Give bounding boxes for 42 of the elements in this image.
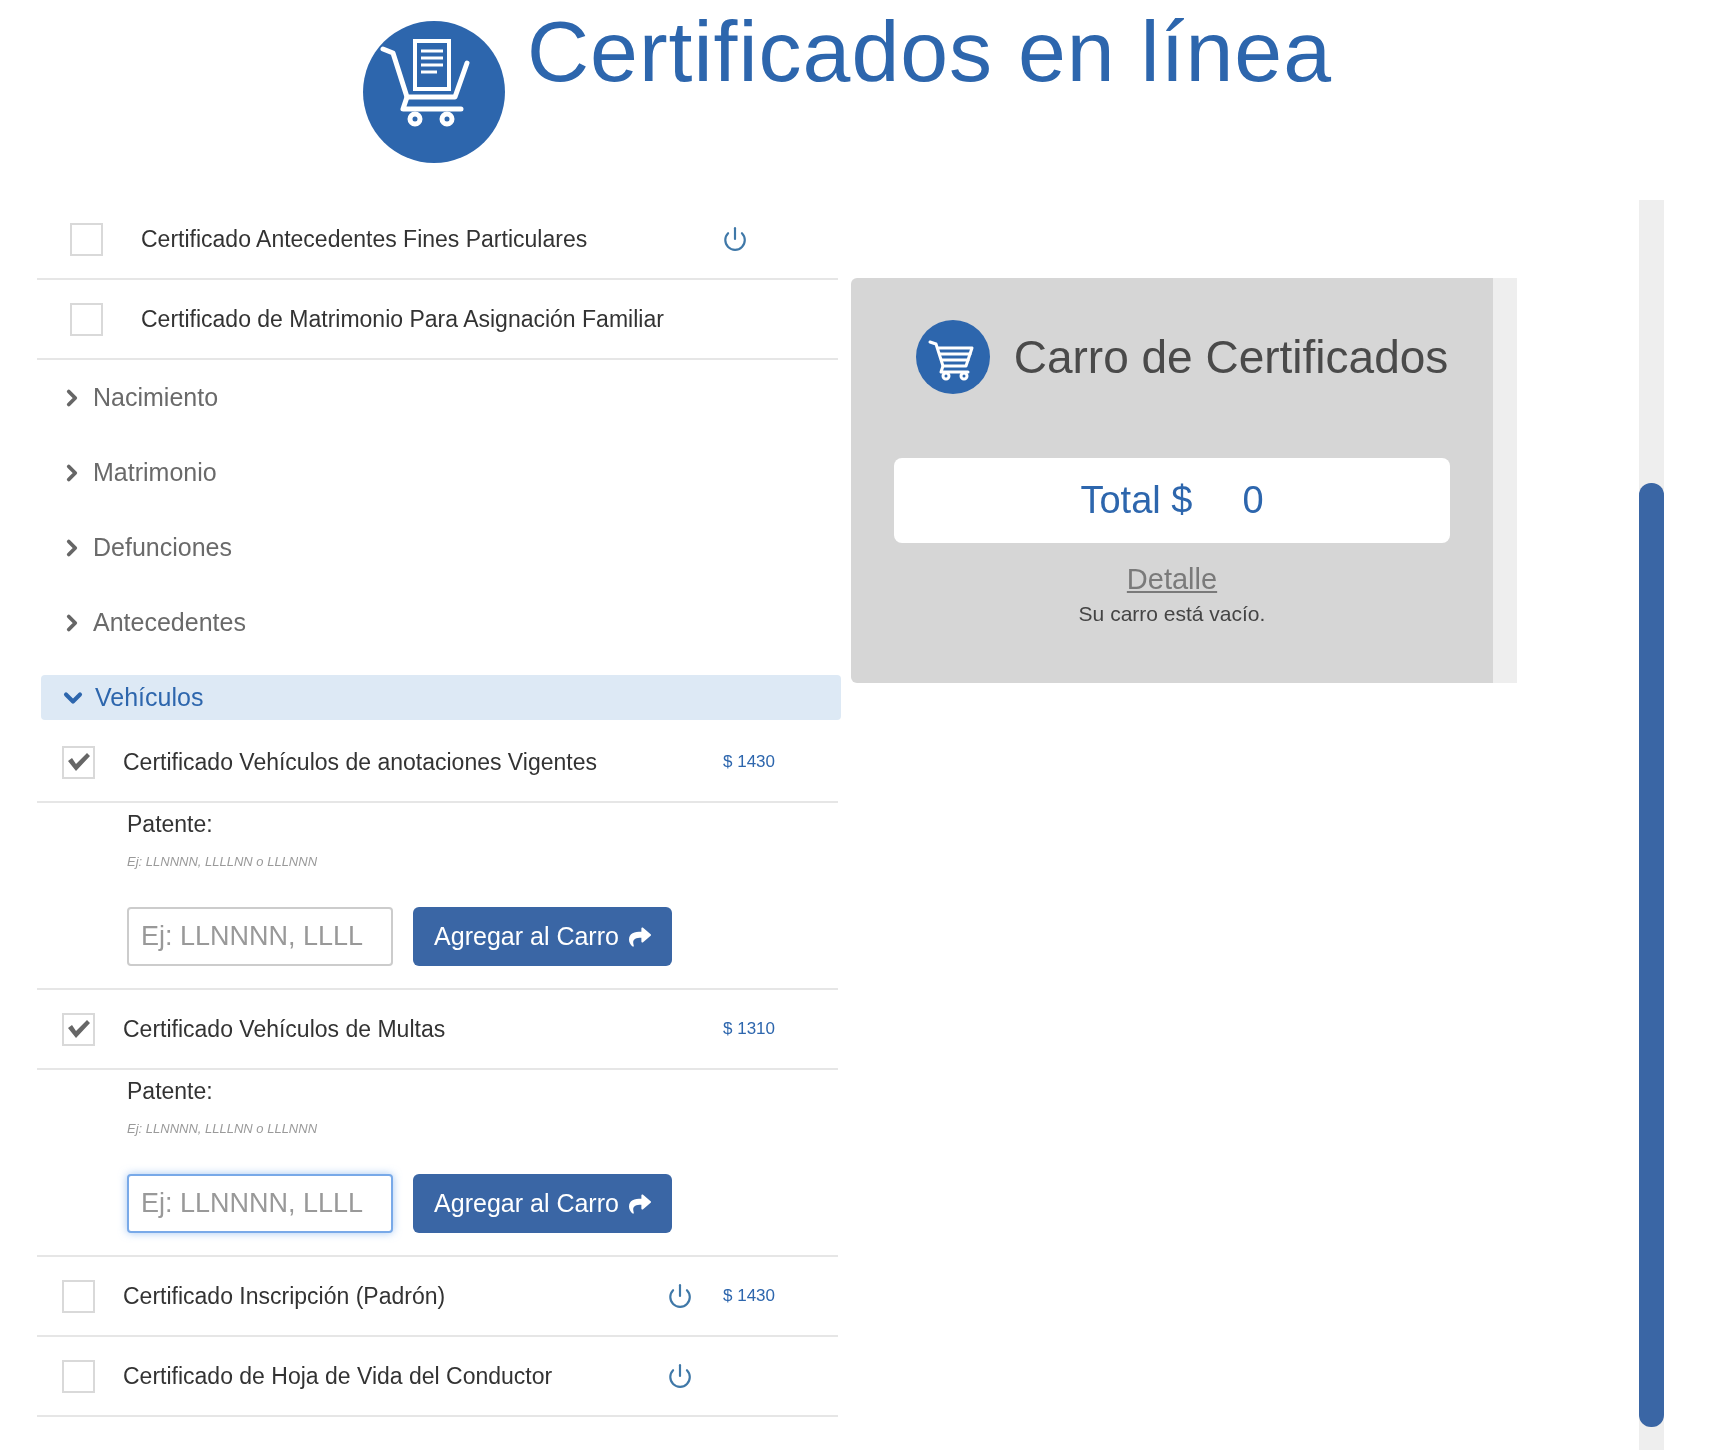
cart-title: Carro de Certificados (1013, 330, 1449, 384)
field-label: Patente: (127, 811, 213, 838)
share-arrow-icon (628, 925, 651, 948)
scrollbar-thumb[interactable] (1639, 483, 1664, 1427)
checkbox[interactable] (62, 1012, 95, 1046)
license-plate-field[interactable]: Ej: LLNNNN, LLLL (127, 1174, 393, 1233)
checkbox[interactable] (62, 1359, 95, 1393)
checkbox[interactable] (62, 1279, 95, 1313)
category-label[interactable]: Nacimiento (93, 383, 219, 412)
field-label: Patente: (127, 1078, 213, 1105)
page-title: Certificados en línea (527, 8, 1332, 94)
certificate-label: Certificado Vehículos de anotaciones Vigentes (123, 748, 598, 776)
add-to-cart-button[interactable]: Agregar al Carro (413, 1174, 672, 1233)
cart-logo-icon (363, 21, 505, 163)
total-label: Total $ (1080, 479, 1193, 522)
certificate-label: Certificado Antecedentes Fines Particulares (141, 225, 589, 253)
certificate-label: Certificado de Hoja de Vida del Conductor (123, 1362, 554, 1390)
empty-cart-message: Su carro está vacío. (1078, 602, 1266, 626)
price: $ 1310 (722, 1019, 775, 1039)
certificate-label: Certificado Inscripción (Padrón) (123, 1282, 447, 1310)
field-hint: Ej: LLNNNN, LLLLNN o LLLNNN (127, 854, 318, 869)
checkmark-icon (66, 752, 91, 772)
checkmark-icon (66, 1019, 91, 1039)
checkbox[interactable] (62, 745, 95, 779)
category-label[interactable]: Antecedentes (93, 608, 246, 637)
license-plate-field[interactable]: Ej: LLNNNN, LLLL (127, 907, 393, 966)
price: $ 1430 (722, 1286, 775, 1306)
add-to-cart-button[interactable]: Agregar al Carro (413, 907, 672, 966)
checkbox[interactable] (70, 302, 103, 336)
total-value: 0 (1242, 479, 1264, 522)
scrollbar[interactable] (1639, 200, 1664, 1450)
certificate-label: Certificado de Matrimonio Para Asignación Familiar (141, 305, 665, 333)
certificate-label: Certificado Vehículos de Multas (123, 1015, 447, 1043)
detail-link[interactable]: Detalle (1126, 563, 1218, 596)
category-label[interactable]: Matrimonio (93, 458, 217, 487)
cart-icon (915, 320, 990, 394)
category-label[interactable]: Defunciones (93, 533, 232, 562)
checkbox[interactable] (70, 222, 103, 256)
category-header[interactable]: Vehículos (41, 675, 841, 720)
field-hint: Ej: LLNNNN, LLLLNN o LLLNNN (127, 1121, 318, 1136)
price: $ 1430 (722, 752, 775, 772)
share-arrow-icon (628, 1192, 651, 1215)
